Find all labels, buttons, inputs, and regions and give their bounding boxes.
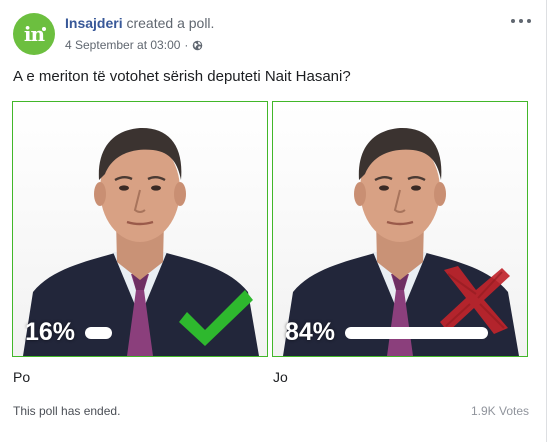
more-dot [519,19,523,23]
percentage-label: 16% [25,318,76,346]
poll-post-card: in Insajderi created a poll. 4 September… [0,0,547,442]
post-action-text: created a poll. [126,15,215,31]
page-avatar[interactable]: in [13,13,55,55]
meta-separator: · [184,38,189,52]
vote-count[interactable]: 1.9K Votes [471,404,529,418]
post-header: Insajderi created a poll. [65,15,214,31]
avatar-logo-text: in [23,22,45,46]
poll-status: This poll has ended. [13,404,121,418]
avatar-logo-dot [42,27,46,31]
poll-question: A e meriton të votohet sërish deputeti N… [13,68,351,85]
percentage-bar [345,327,488,339]
percentage-bar [85,327,112,339]
more-dot [511,19,515,23]
poll-option-jo[interactable]: 84% [272,101,528,357]
post-meta: 4 September at 03:00 · [65,38,203,52]
option-label-po: Po [13,369,31,385]
globe-icon[interactable] [192,40,203,51]
more-dot [527,19,531,23]
poll-option-po[interactable]: 16% [12,101,268,357]
post-timestamp[interactable]: 4 September at 03:00 [65,38,180,52]
result-row: 84% [273,310,527,356]
checkmark-icon [179,290,253,346]
percentage-label: 84% [285,318,336,346]
page-name-link[interactable]: Insajderi [65,15,123,31]
option-label-jo: Jo [273,369,288,385]
more-options-icon[interactable] [511,16,531,26]
